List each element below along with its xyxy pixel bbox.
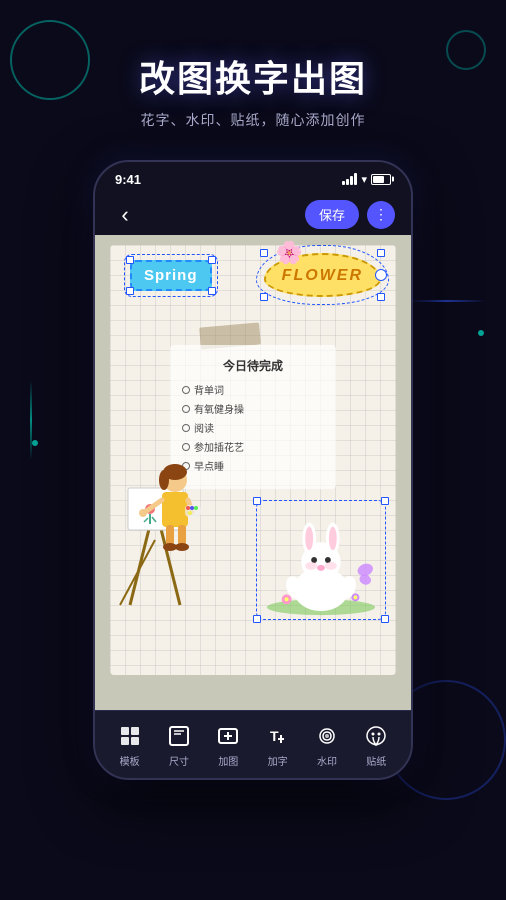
todo-text-2: 有氧健身操	[194, 401, 244, 416]
watermark-label: 水印	[317, 753, 337, 768]
handle-tl[interactable]	[126, 256, 134, 264]
main-title: 改图换字出图	[0, 50, 506, 102]
status-bar: 9:41 ▾	[95, 162, 411, 194]
bunny-handle-br[interactable]	[381, 615, 389, 623]
flower-handle-br[interactable]	[377, 293, 385, 301]
wifi-icon: ▾	[361, 173, 367, 186]
todo-text-3: 阅读	[194, 420, 214, 435]
header: 改图换字出图 花字、水印、贴纸，随心添加创作	[0, 0, 506, 150]
handle-br[interactable]	[208, 287, 216, 295]
sticker-label: 贴纸	[366, 753, 386, 768]
flower-emoji-icon: 🌸	[276, 240, 303, 266]
flower-handle-bl[interactable]	[260, 293, 268, 301]
add-text-icon: T	[264, 722, 292, 750]
flower-cloud: 🌸 FLOWER	[264, 253, 381, 297]
size-icon	[165, 722, 193, 750]
status-icons: ▾	[342, 173, 391, 186]
flower-rotate-handle[interactable]	[375, 269, 387, 281]
toolbar-right: 保存 ⋮	[305, 200, 395, 229]
flower-text: FLOWER	[282, 267, 363, 284]
tool-size[interactable]: 尺寸	[165, 722, 193, 768]
bunny-handle-tl[interactable]	[253, 497, 261, 505]
template-icon	[116, 722, 144, 750]
tool-template[interactable]: 模板	[116, 722, 144, 768]
canvas-area: Spring 🌸 FLOWER	[95, 235, 411, 735]
tool-watermark[interactable]: 水印	[313, 722, 341, 768]
handle-bl[interactable]	[126, 287, 134, 295]
todo-item-1: 背单词	[182, 382, 324, 397]
template-label: 模板	[120, 753, 140, 768]
phone-container: 9:41 ▾ 保存 ⋮	[0, 160, 506, 780]
save-button[interactable]: 保存	[305, 200, 359, 229]
battery-icon	[371, 174, 391, 185]
bunny-handle-bl[interactable]	[253, 615, 261, 623]
bunny-handle-tr[interactable]	[381, 497, 389, 505]
todo-text-1: 背单词	[194, 382, 224, 397]
back-button[interactable]	[111, 201, 139, 229]
bottom-toolbar: 模板 尺寸	[95, 710, 411, 778]
size-label: 尺寸	[169, 753, 189, 768]
watermark-icon	[313, 722, 341, 750]
todo-item-3: 阅读	[182, 420, 324, 435]
flower-handle-tr[interactable]	[377, 249, 385, 257]
todo-title: 今日待完成	[182, 357, 324, 374]
add-image-label: 加图	[218, 753, 238, 768]
flower-sticker[interactable]: 🌸 FLOWER	[264, 253, 381, 297]
todo-circle-1	[182, 386, 190, 394]
girl-figure	[100, 450, 210, 610]
todo-circle-2	[182, 405, 190, 413]
phone-mockup: 9:41 ▾ 保存 ⋮	[93, 160, 413, 780]
spring-sticker[interactable]: Spring	[130, 260, 212, 291]
phone-toolbar: 保存 ⋮	[95, 194, 411, 235]
tool-sticker[interactable]: 贴纸	[362, 722, 390, 768]
status-time: 9:41	[115, 172, 141, 187]
sticker-icon	[362, 722, 390, 750]
tool-add-text[interactable]: T 加字	[264, 722, 292, 768]
canvas-inner: Spring 🌸 FLOWER	[110, 245, 396, 675]
flower-handle-tl[interactable]	[260, 249, 268, 257]
main-subtitle: 花字、水印、贴纸，随心添加创作	[0, 110, 506, 130]
svg-text:T: T	[270, 728, 279, 744]
girl-svg	[100, 450, 210, 610]
handle-tr[interactable]	[208, 256, 216, 264]
more-button[interactable]: ⋮	[367, 201, 395, 229]
todo-item-2: 有氧健身操	[182, 401, 324, 416]
spring-selection-border	[124, 254, 218, 297]
tool-add-image[interactable]: 加图	[214, 722, 242, 768]
add-text-label: 加字	[268, 753, 288, 768]
signal-icon	[342, 173, 357, 185]
bunny-svg	[257, 501, 385, 619]
add-image-icon	[214, 722, 242, 750]
bunny-sticker[interactable]	[256, 500, 386, 620]
todo-circle-3	[182, 424, 190, 432]
